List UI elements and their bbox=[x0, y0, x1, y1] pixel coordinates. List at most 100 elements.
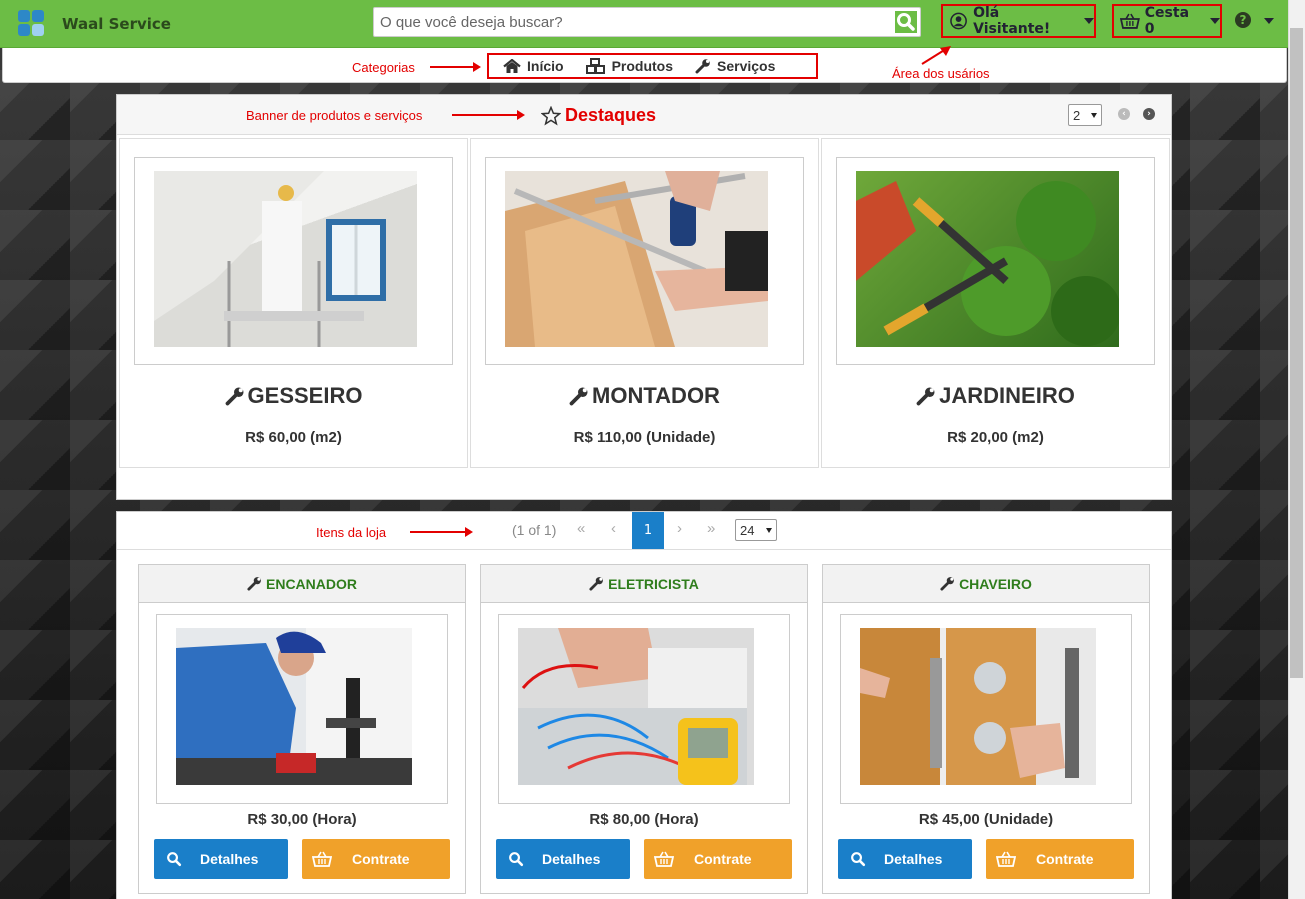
gesseiro-photo bbox=[154, 171, 417, 347]
encanador-photo bbox=[176, 628, 412, 785]
featured-image-frame bbox=[134, 157, 453, 365]
store-item-name: ENCANADOR bbox=[266, 575, 357, 592]
carousel-next-button[interactable]: › bbox=[1143, 108, 1155, 120]
hire-button[interactable]: Contrate bbox=[986, 839, 1134, 879]
featured-card[interactable]: JARDINEIRO R$ 20,00 (m2) bbox=[821, 138, 1170, 468]
chevron-down-icon bbox=[1091, 112, 1097, 118]
featured-name-text: JARDINEIRO bbox=[939, 383, 1075, 408]
carousel-prev-button[interactable]: ‹ bbox=[1118, 108, 1130, 120]
featured-card[interactable]: MONTADOR R$ 110,00 (Unidade) bbox=[470, 138, 819, 468]
home-icon bbox=[503, 58, 521, 73]
store-item-name: CHAVEIRO bbox=[959, 575, 1032, 592]
nav-item-produtos[interactable]: Produtos bbox=[585, 58, 674, 74]
store-item-card: ELETRICISTA R$ 80,00 (Hora) Detalhes Con… bbox=[480, 564, 808, 894]
nav-item-label: Serviços bbox=[717, 58, 776, 74]
hire-button-label: Contrate bbox=[694, 851, 752, 867]
cart-button[interactable]: Cesta 0 bbox=[1112, 4, 1222, 38]
user-menu-button[interactable]: Olá Visitante! bbox=[941, 4, 1096, 38]
paginator-page-1[interactable]: 1 bbox=[632, 512, 664, 549]
cart-label: Cesta 0 bbox=[1144, 5, 1190, 37]
paginator-next-button[interactable]: › bbox=[677, 520, 682, 537]
paginator-rows-select[interactable]: 24 bbox=[735, 519, 777, 541]
featured-price: R$ 20,00 (m2) bbox=[947, 429, 1044, 446]
hire-button-label: Contrate bbox=[1036, 851, 1094, 867]
paginator-prev-button[interactable]: ‹ bbox=[611, 520, 616, 537]
details-button-label: Detalhes bbox=[200, 851, 259, 867]
basket-icon bbox=[312, 851, 332, 867]
wrench-icon bbox=[916, 387, 935, 406]
annotation-arrow bbox=[452, 110, 525, 120]
basket-icon bbox=[996, 851, 1016, 867]
category-nav: Início Produtos Serviços bbox=[487, 53, 818, 79]
featured-card[interactable]: GESSEIRO R$ 60,00 (m2) bbox=[119, 138, 468, 468]
user-circle-icon bbox=[950, 12, 967, 30]
hire-button[interactable]: Contrate bbox=[302, 839, 450, 879]
wrench-icon bbox=[247, 577, 261, 591]
paginator-last-button[interactable]: » bbox=[707, 520, 715, 537]
montador-photo bbox=[505, 171, 768, 347]
star-icon bbox=[541, 105, 561, 125]
app-logo[interactable] bbox=[18, 10, 46, 38]
store-item-price: R$ 45,00 (Unidade) bbox=[918, 811, 1054, 828]
store-item-price: R$ 80,00 (Hora) bbox=[589, 811, 699, 828]
paginator: (1 of 1) « ‹ 1 › » 24 bbox=[117, 512, 1171, 550]
select-value: 2 bbox=[1073, 107, 1081, 123]
scrollbar-thumb[interactable] bbox=[1290, 28, 1303, 678]
nav-item-servicos[interactable]: Serviços bbox=[695, 58, 775, 74]
store-item-price: R$ 30,00 (Hora) bbox=[247, 811, 357, 828]
featured-price: R$ 110,00 (Unidade) bbox=[573, 429, 716, 446]
store-item-image-frame bbox=[840, 614, 1132, 804]
details-button[interactable]: Detalhes bbox=[496, 839, 630, 879]
store-item-name: ELETRICISTA bbox=[608, 575, 699, 592]
featured-name-text: MONTADOR bbox=[592, 383, 720, 408]
store-item-header[interactable]: CHAVEIRO bbox=[823, 565, 1149, 603]
featured-name: JARDINEIRO bbox=[822, 383, 1169, 412]
featured-rows-select[interactable]: 2 bbox=[1068, 104, 1102, 126]
hire-button[interactable]: Contrate bbox=[644, 839, 792, 879]
basket-icon bbox=[654, 851, 674, 867]
search-icon bbox=[167, 852, 182, 867]
help-icon[interactable]: ? bbox=[1235, 12, 1251, 28]
cubes-icon bbox=[585, 58, 605, 74]
select-value: 24 bbox=[740, 522, 755, 538]
wrench-icon bbox=[589, 577, 603, 591]
chevron-down-icon[interactable] bbox=[1264, 18, 1274, 24]
featured-name: GESSEIRO bbox=[120, 383, 467, 412]
search-input[interactable] bbox=[374, 8, 892, 36]
details-button[interactable]: Detalhes bbox=[838, 839, 972, 879]
annotation-arrow bbox=[921, 46, 951, 65]
annotation-area-usuarios: Área dos usários bbox=[892, 66, 990, 81]
hire-button-label: Contrate bbox=[352, 851, 410, 867]
basket-icon bbox=[1120, 13, 1140, 29]
annotation-arrow bbox=[430, 62, 481, 72]
chevron-down-icon bbox=[1210, 18, 1220, 24]
eletricista-photo bbox=[518, 628, 754, 785]
featured-title: Destaques bbox=[541, 105, 656, 126]
jardineiro-photo bbox=[856, 171, 1119, 347]
wrench-icon bbox=[225, 387, 244, 406]
nav-item-label: Produtos bbox=[611, 58, 674, 74]
search-icon bbox=[897, 13, 915, 31]
wrench-icon bbox=[940, 577, 954, 591]
details-button-label: Detalhes bbox=[884, 851, 943, 867]
nav-item-inicio[interactable]: Início bbox=[503, 58, 564, 74]
featured-image-frame bbox=[485, 157, 804, 365]
store-item-header[interactable]: ELETRICISTA bbox=[481, 565, 807, 603]
nav-item-label: Início bbox=[527, 58, 564, 74]
featured-panel: Destaques 2 ‹ › GESSEIRO R$ 60,00 (m2) M… bbox=[116, 94, 1172, 500]
annotation-arrow bbox=[410, 527, 473, 537]
chevron-down-icon bbox=[1084, 18, 1094, 24]
details-button-label: Detalhes bbox=[542, 851, 601, 867]
search-box bbox=[373, 7, 921, 37]
store-item-header[interactable]: ENCANADOR bbox=[139, 565, 465, 603]
brand-name[interactable]: Waal Service bbox=[62, 15, 171, 33]
annotation-categorias: Categorias bbox=[352, 60, 415, 75]
chaveiro-photo bbox=[860, 628, 1096, 785]
paginator-first-button[interactable]: « bbox=[577, 520, 585, 537]
featured-image-frame bbox=[836, 157, 1155, 365]
featured-name: MONTADOR bbox=[471, 383, 818, 412]
search-button[interactable] bbox=[893, 9, 919, 35]
details-button[interactable]: Detalhes bbox=[154, 839, 288, 879]
annotation-banner: Banner de produtos e serviços bbox=[246, 108, 423, 123]
store-panel: (1 of 1) « ‹ 1 › » 24 ENCANADOR R$ 30,00… bbox=[116, 511, 1172, 899]
